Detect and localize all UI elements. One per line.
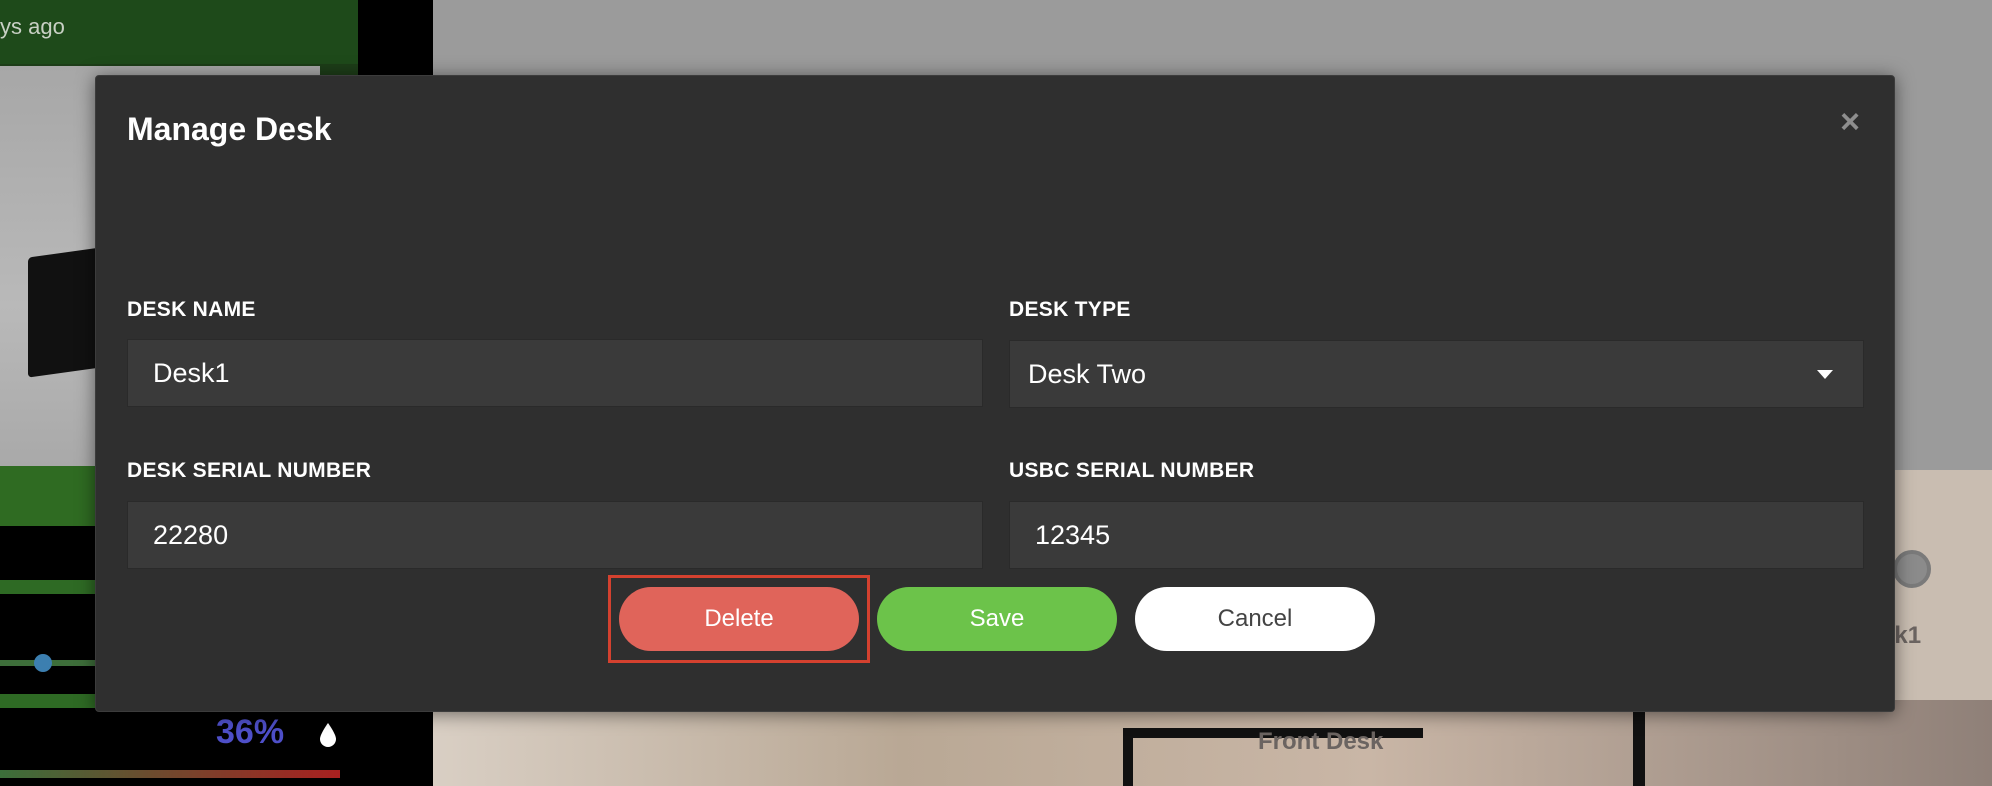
floor-plan-rooms — [433, 700, 1992, 786]
cancel-button[interactable]: Cancel — [1135, 587, 1375, 651]
desk-serial-label: DESK SERIAL NUMBER — [127, 459, 372, 482]
save-button[interactable]: Save — [877, 587, 1117, 651]
water-drop-icon — [320, 723, 336, 747]
floor-plan-room — [1882, 470, 1992, 710]
floor-plan-wall — [1123, 728, 1133, 786]
panel-header-strip: ys ago — [0, 0, 358, 64]
usbc-serial-field[interactable] — [1009, 501, 1864, 569]
desk-name-field[interactable] — [127, 339, 983, 407]
close-icon[interactable]: × — [1834, 105, 1866, 139]
desk-name-label: DESK NAME — [127, 298, 256, 321]
desk-type-value: Desk Two — [1028, 358, 1147, 389]
desk-name-input[interactable] — [128, 357, 982, 389]
desk-serial-input[interactable] — [128, 519, 982, 551]
desk-serial-field[interactable] — [127, 501, 983, 569]
humidity-gradient-bar — [0, 770, 340, 778]
chevron-down-icon[interactable] — [1817, 369, 1833, 379]
floor-plan-wall — [1633, 710, 1645, 786]
usbc-serial-label: USBC SERIAL NUMBER — [1009, 459, 1255, 482]
humidity-percent: 36% — [216, 713, 285, 751]
front-desk-map-label[interactable]: Front Desk — [1258, 728, 1383, 756]
modal-title: Manage Desk — [127, 111, 332, 147]
map-pin-icon[interactable] — [1893, 550, 1931, 588]
desk-type-select[interactable]: Desk Two — [1009, 340, 1864, 408]
last-updated-text: ys ago — [0, 14, 65, 39]
usbc-serial-input[interactable] — [1010, 519, 1863, 551]
desk-type-label: DESK TYPE — [1009, 298, 1131, 321]
height-slider-handle[interactable] — [34, 654, 52, 672]
manage-desk-modal: Manage Desk × DESK NAME DESK TYPE Desk T… — [95, 75, 1895, 712]
delete-button[interactable]: Delete — [619, 587, 859, 651]
